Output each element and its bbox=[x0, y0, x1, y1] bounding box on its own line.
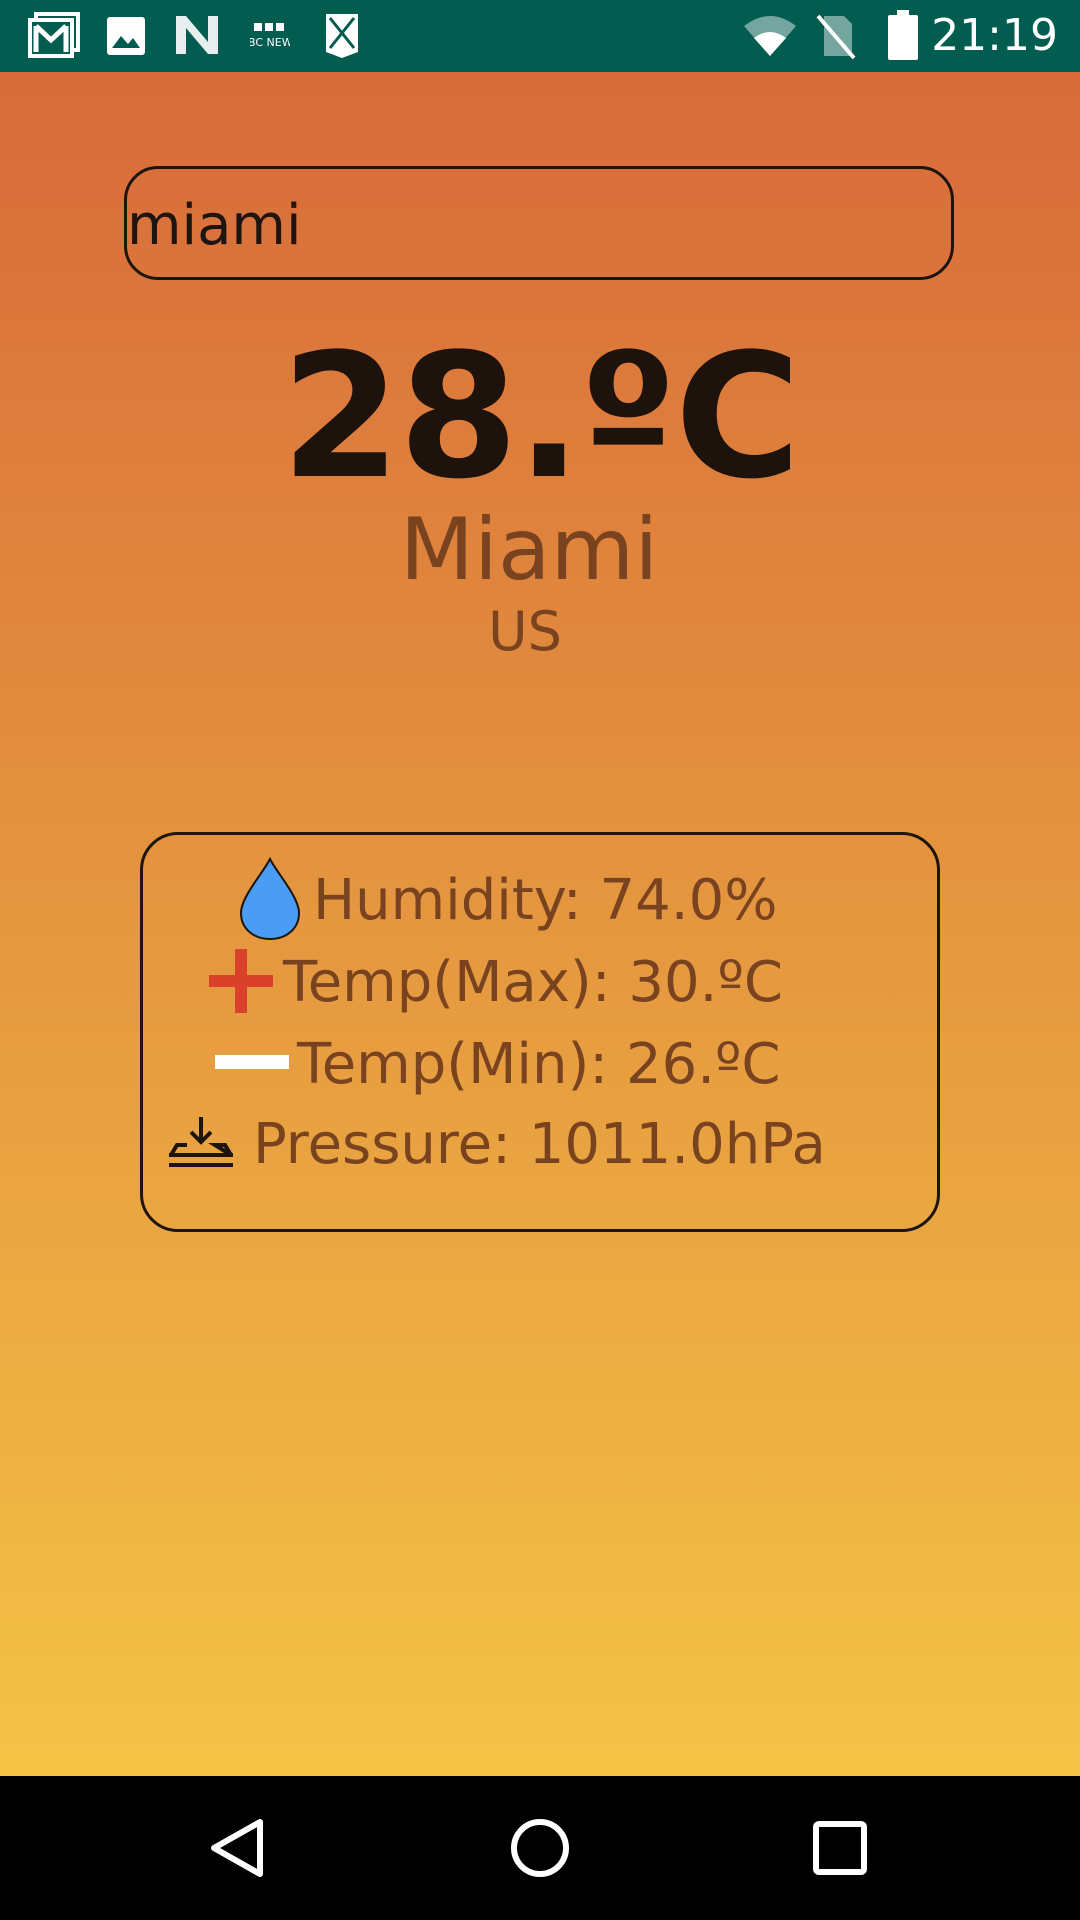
weather-content: 28.ºC Miami US Humidity: 74.0% bbox=[0, 72, 1080, 1776]
temp-min-row: Temp(Min): 26.ºC bbox=[215, 1025, 781, 1105]
navigation-bar bbox=[0, 1776, 1080, 1920]
country-code: US bbox=[488, 600, 562, 663]
recents-icon[interactable] bbox=[808, 1816, 872, 1880]
minus-icon bbox=[215, 1053, 289, 1077]
bookmark-app-icon bbox=[324, 12, 360, 64]
temp-max-row: Temp(Max): 30.ºC bbox=[207, 943, 783, 1023]
news-n-icon bbox=[174, 14, 220, 60]
bbc-news-label: BBC NEWS bbox=[250, 36, 290, 49]
plus-icon bbox=[207, 947, 275, 1019]
bbc-news-icon: BBC NEWS bbox=[240, 22, 300, 54]
temp-min-text: Temp(Min): 26.ºC bbox=[297, 1032, 781, 1097]
city-search-input[interactable] bbox=[127, 187, 907, 263]
water-drop-icon bbox=[235, 856, 305, 945]
search-box[interactable] bbox=[124, 166, 954, 280]
gmail-icon bbox=[28, 12, 80, 62]
gallery-icon bbox=[106, 16, 146, 60]
wifi-icon bbox=[742, 14, 798, 62]
humidity-text: Humidity: 74.0% bbox=[313, 868, 778, 933]
status-bar: BBC NEWS bbox=[0, 0, 1080, 72]
screen: BBC NEWS bbox=[0, 0, 1080, 1920]
humidity-row: Humidity: 74.0% bbox=[235, 856, 778, 941]
home-icon[interactable] bbox=[508, 1816, 572, 1880]
pressure-text: Pressure: 1011.0hPa bbox=[253, 1112, 826, 1177]
pressure-icon bbox=[167, 1115, 235, 1175]
pressure-row: Pressure: 1011.0hPa bbox=[167, 1105, 826, 1185]
weather-details-card: Humidity: 74.0% Temp(Max): 30.ºC Temp(Mi… bbox=[140, 832, 940, 1232]
no-sim-icon bbox=[814, 12, 858, 64]
back-icon[interactable] bbox=[206, 1816, 270, 1880]
temp-max-text: Temp(Max): 30.ºC bbox=[283, 950, 783, 1015]
city-name: Miami bbox=[399, 500, 659, 600]
battery-icon bbox=[888, 10, 918, 64]
clock: 21:19 bbox=[931, 10, 1058, 61]
temperature-value: 28.ºC bbox=[281, 316, 801, 517]
